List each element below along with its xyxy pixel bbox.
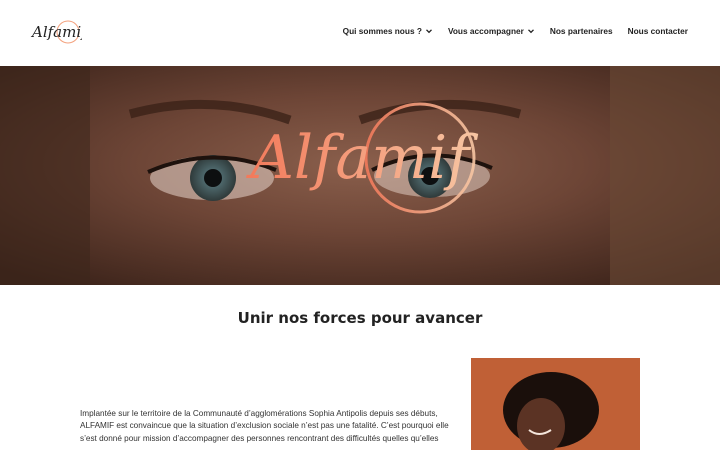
- svg-text:Alfamif: Alfamif: [30, 23, 82, 41]
- intro-line: Implantée sur le territoire de la Commun…: [80, 409, 438, 418]
- site-header: Alfamif Qui sommes nous ? Vous accompagn…: [0, 0, 720, 66]
- nav-item-label: Vous accompagner: [447, 26, 524, 36]
- portrait-photo: [471, 358, 640, 450]
- nav-item-label: Nous contacter: [627, 26, 688, 36]
- hero-brand-logo: Alfamif: [246, 123, 480, 193]
- nav-item-vous-accompagner[interactable]: Vous accompagner: [448, 26, 535, 36]
- intro-line: s’est donné pour mission d’accompagner d…: [80, 433, 439, 443]
- nav-item-label: Nos partenaires: [549, 26, 613, 36]
- intro-line: ALFAMIF est convaincue que la situation …: [80, 421, 449, 431]
- main-nav: Qui sommes nous ? Vous accompagner Nos p…: [328, 26, 688, 36]
- nav-item-nos-partenaires[interactable]: Nos partenaires: [550, 26, 613, 36]
- nav-item-nous-contacter[interactable]: Nous contacter: [628, 26, 688, 36]
- hero-banner: Alfamif: [0, 66, 720, 285]
- chevron-down-icon: [425, 29, 432, 34]
- chevron-down-icon: [527, 29, 534, 34]
- hero-image: Alfamif: [0, 66, 720, 285]
- site-logo[interactable]: Alfamif: [30, 16, 89, 48]
- intro-paragraph: Implantée sur le territoire de la Commun…: [80, 408, 455, 445]
- nav-item-qui-sommes-nous[interactable]: Qui sommes nous ?: [343, 26, 433, 36]
- nav-item-label: Qui sommes nous ?: [342, 26, 422, 36]
- logo-mark-icon: Alfamif: [30, 20, 89, 44]
- portrait-image: [471, 358, 640, 450]
- section-title: Unir nos forces pour avancer: [237, 309, 483, 327]
